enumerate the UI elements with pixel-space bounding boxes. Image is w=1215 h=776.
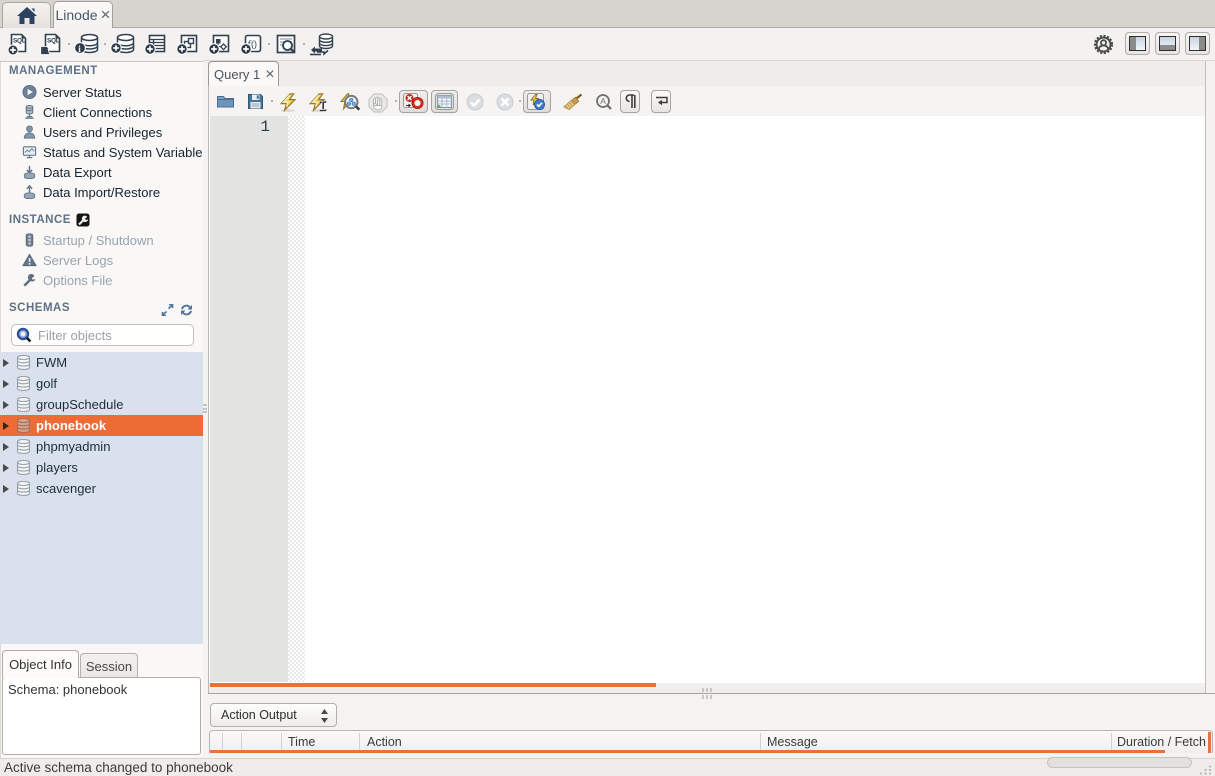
svg-text:SQL: SQL	[13, 37, 26, 44]
svg-text:A: A	[600, 96, 606, 106]
svg-text:SQL: SQL	[47, 37, 60, 44]
svg-text:(): ()	[251, 39, 257, 49]
